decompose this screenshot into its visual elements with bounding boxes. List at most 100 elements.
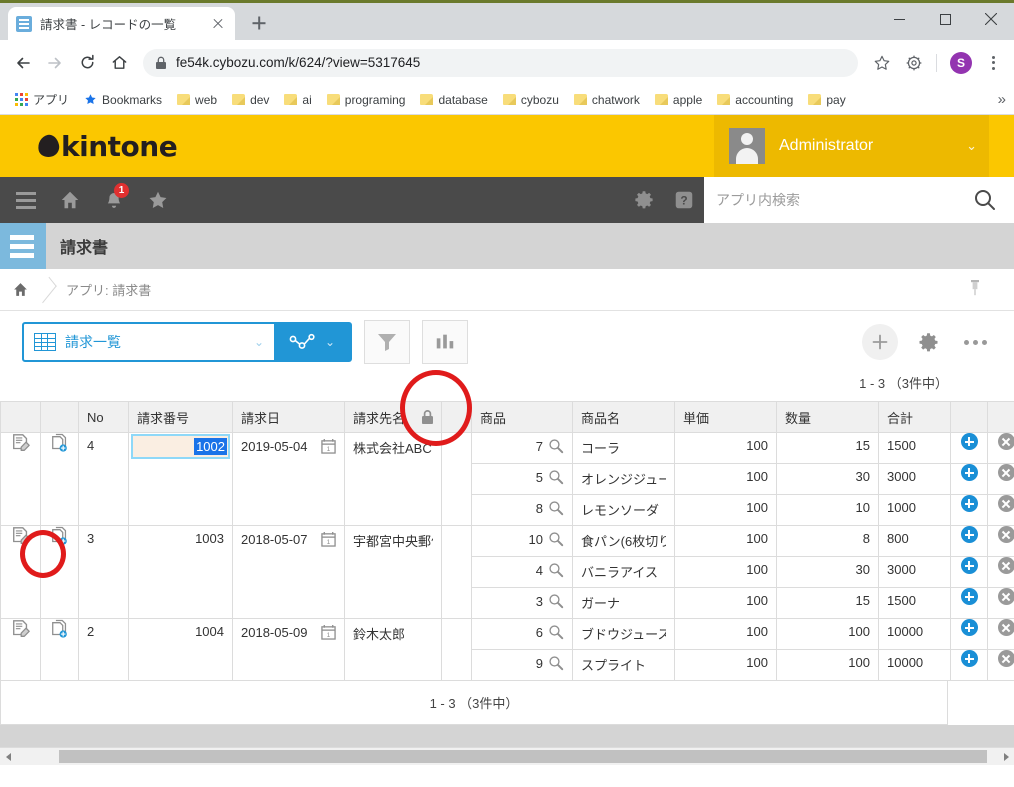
cell-product-id[interactable]: 10 bbox=[471, 525, 573, 557]
cell-invoice-no[interactable]: 1004 bbox=[128, 618, 233, 681]
user-menu[interactable]: Administrator ⌄ bbox=[714, 115, 989, 177]
browser-tab[interactable]: 請求書 - レコードの一覧 bbox=[8, 7, 235, 40]
remove-line-button[interactable] bbox=[987, 587, 1014, 619]
copy-record-button[interactable] bbox=[40, 525, 79, 619]
add-line-button[interactable] bbox=[950, 556, 988, 588]
cell-customer[interactable]: 鈴木太郎 bbox=[344, 618, 442, 681]
cell-unit-price[interactable]: 100 bbox=[674, 649, 777, 681]
filter-button[interactable] bbox=[364, 320, 410, 364]
th-unit-price[interactable]: 単価 bbox=[674, 401, 777, 433]
copy-record-button[interactable] bbox=[40, 432, 79, 526]
th-invoice-date[interactable]: 請求日 bbox=[232, 401, 345, 433]
cell-unit-price[interactable]: 100 bbox=[674, 494, 777, 526]
cell-product-name[interactable]: コーラ bbox=[572, 432, 675, 464]
cell-unit-price[interactable]: 100 bbox=[674, 618, 777, 650]
cell-customer[interactable]: 宇都宮中央郵便局 bbox=[344, 525, 442, 619]
breadcrumb-home-icon[interactable] bbox=[0, 281, 40, 298]
star-icon[interactable] bbox=[138, 180, 178, 220]
bookmark-item-apps[interactable]: アプリ bbox=[8, 88, 76, 111]
home-icon[interactable] bbox=[50, 180, 90, 220]
cell-invoice-no-editing[interactable]: 1002 bbox=[128, 432, 233, 526]
add-line-button[interactable] bbox=[950, 463, 988, 495]
cell-invoice-date[interactable]: 2018-05-07 1 bbox=[232, 525, 345, 619]
remove-line-button[interactable] bbox=[987, 556, 1014, 588]
cell-product-name[interactable]: レモンソーダ bbox=[572, 494, 675, 526]
view-dropdown[interactable]: 請求一覧 ⌄ bbox=[24, 324, 274, 360]
cell-unit-price[interactable]: 100 bbox=[674, 587, 777, 619]
horizontal-scrollbar[interactable] bbox=[0, 747, 1014, 765]
add-line-button[interactable] bbox=[950, 649, 988, 681]
add-line-button[interactable] bbox=[950, 525, 988, 557]
search-input[interactable] bbox=[716, 192, 942, 208]
bookmark-item-cybozu[interactable]: cybozu bbox=[496, 90, 566, 110]
chevron-down-icon[interactable]: ⌄ bbox=[325, 335, 335, 349]
chart-view-button[interactable]: ⌄ bbox=[274, 324, 350, 360]
th-product-name[interactable]: 商品名 bbox=[572, 401, 675, 433]
cell-quantity[interactable]: 30 bbox=[776, 463, 879, 495]
th-customer[interactable]: 請求先名 bbox=[344, 401, 442, 433]
chevron-down-icon[interactable]: ⌄ bbox=[966, 138, 977, 154]
cell-product-name[interactable]: バニラアイス bbox=[572, 556, 675, 588]
cell-product-id[interactable]: 4 bbox=[471, 556, 573, 588]
profile-avatar[interactable]: S bbox=[950, 51, 972, 74]
bookmark-item-accounting[interactable]: accounting bbox=[710, 90, 800, 110]
cell-product-name[interactable]: ガーナ bbox=[572, 587, 675, 619]
add-line-button[interactable] bbox=[950, 432, 988, 464]
new-tab-button[interactable] bbox=[245, 9, 273, 37]
th-product[interactable]: 商品 bbox=[471, 401, 573, 433]
cell-invoice-date[interactable]: 2019-05-04 1 bbox=[232, 432, 345, 526]
remove-line-button[interactable] bbox=[987, 494, 1014, 526]
help-icon[interactable]: ? bbox=[664, 180, 704, 220]
th-no[interactable]: No bbox=[78, 401, 129, 433]
bookmark-item-chatwork[interactable]: chatwork bbox=[567, 90, 647, 110]
cell-product-id[interactable]: 7 bbox=[471, 432, 573, 464]
close-tab-icon[interactable] bbox=[209, 15, 227, 33]
bookmark-item-ai[interactable]: ai bbox=[277, 90, 318, 110]
view-selector[interactable]: 請求一覧 ⌄ ⌄ bbox=[22, 322, 352, 362]
forward-icon[interactable] bbox=[40, 48, 70, 78]
cell-product-id[interactable]: 5 bbox=[471, 463, 573, 495]
add-line-button[interactable] bbox=[950, 587, 988, 619]
remove-line-button[interactable] bbox=[987, 618, 1014, 650]
cell-product-name[interactable]: スプライト bbox=[572, 649, 675, 681]
extension-icon[interactable] bbox=[899, 48, 929, 78]
bookmark-item-apple[interactable]: apple bbox=[648, 90, 709, 110]
add-record-button[interactable] bbox=[862, 324, 898, 360]
th-total[interactable]: 合計 bbox=[878, 401, 951, 433]
search-button[interactable] bbox=[954, 177, 1014, 223]
bookmark-star-icon[interactable] bbox=[867, 48, 897, 78]
cell-product-id[interactable]: 6 bbox=[471, 618, 573, 650]
chevron-down-icon[interactable]: ⌄ bbox=[254, 335, 264, 349]
edit-record-button[interactable] bbox=[0, 618, 41, 681]
copy-record-button[interactable] bbox=[40, 618, 79, 681]
cell-invoice-date[interactable]: 2018-05-09 1 bbox=[232, 618, 345, 681]
cell-product-id[interactable]: 8 bbox=[471, 494, 573, 526]
cell-invoice-no[interactable]: 1003 bbox=[128, 525, 233, 619]
cell-quantity[interactable]: 8 bbox=[776, 525, 879, 557]
bookmark-item-dev[interactable]: dev bbox=[225, 90, 276, 110]
bookmark-item-bookmarks[interactable]: Bookmarks bbox=[77, 90, 169, 110]
gear-icon[interactable] bbox=[624, 180, 664, 220]
app-settings-button[interactable] bbox=[910, 324, 946, 360]
cell-quantity[interactable]: 30 bbox=[776, 556, 879, 588]
bell-icon[interactable]: 1 bbox=[94, 180, 134, 220]
home-icon[interactable] bbox=[104, 48, 134, 78]
close-window-button[interactable] bbox=[968, 3, 1014, 35]
bookmarks-overflow-icon[interactable]: » bbox=[998, 91, 1006, 108]
bookmark-item-database[interactable]: database bbox=[413, 90, 494, 110]
cell-unit-price[interactable]: 100 bbox=[674, 463, 777, 495]
edit-record-button[interactable] bbox=[0, 525, 41, 619]
more-options-button[interactable] bbox=[958, 325, 992, 359]
cell-product-name[interactable]: オレンジジュース bbox=[572, 463, 675, 495]
remove-line-button[interactable] bbox=[987, 432, 1014, 464]
bookmark-item-web[interactable]: web bbox=[170, 90, 224, 110]
cell-product-id[interactable]: 9 bbox=[471, 649, 573, 681]
th-invoice-no[interactable]: 請求番号 bbox=[128, 401, 233, 433]
add-line-button[interactable] bbox=[950, 494, 988, 526]
cell-quantity[interactable]: 15 bbox=[776, 587, 879, 619]
app-search-field[interactable] bbox=[704, 177, 954, 223]
cell-quantity[interactable]: 15 bbox=[776, 432, 879, 464]
address-bar[interactable]: fe54k.cybozu.com/k/624/?view=5317645 bbox=[143, 48, 858, 77]
add-line-button[interactable] bbox=[950, 618, 988, 650]
cell-unit-price[interactable]: 100 bbox=[674, 556, 777, 588]
